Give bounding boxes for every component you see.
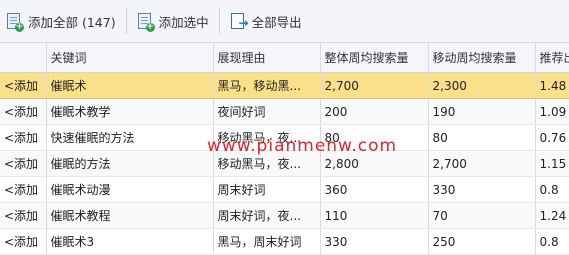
reason-cell: 移动黑马，夜... [213,150,321,177]
toolbar-divider [218,8,220,34]
reason-cell: 黑马，移动黑... [213,72,321,99]
reason-cell: 周末好词 [213,176,321,203]
add-link[interactable]: <添加 [0,176,47,203]
keyword-cell: 催眠术3 [46,228,214,255]
score-cell: 0.76 [535,124,569,151]
mobile-volume-cell: 2,300 [428,72,536,99]
add-link[interactable]: <添加 [0,72,47,99]
overall-volume-cell: 110 [320,202,429,229]
score-cell: 1.48 [535,72,569,99]
column-header-action[interactable] [0,43,47,73]
reason-cell: 移动黑马，夜... [213,124,321,151]
mobile-volume-cell: 330 [428,176,536,203]
table-row[interactable]: <添加 催眠术教程 周末好词，夜... 110 70 1.24 [0,202,569,229]
add-selected-icon: + [137,12,155,32]
mobile-volume-cell: 190 [428,98,536,125]
column-header-reason[interactable]: 展现理由 [213,43,321,73]
add-selected-button[interactable]: + 添加选中 [131,6,215,36]
mobile-volume-cell: 250 [428,228,536,255]
add-all-label: 添加全部 (147) [28,14,116,30]
column-header-overall-volume[interactable]: 整体周均搜索量 [320,43,429,73]
overall-volume-cell: 2,700 [320,72,429,99]
column-header-mobile-volume[interactable]: 移动周均搜索量 [428,43,536,73]
mobile-volume-cell: 80 [428,124,536,151]
table-header: 关键词 展现理由 整体周均搜索量 移动周均搜索量 推荐出 [0,43,569,73]
keyword-cell: 催眠的方法 [46,150,214,177]
score-cell: 1.15 [535,150,569,177]
column-header-recommend[interactable]: 推荐出 [535,43,569,73]
add-link[interactable]: <添加 [0,124,47,151]
mobile-volume-cell: 70 [428,202,536,229]
add-sheet-icon: + [6,12,24,32]
add-link[interactable]: <添加 [0,150,47,177]
keyword-cell: 催眠术教学 [46,98,214,125]
table-row[interactable]: <添加 催眠术 黑马，移动黑... 2,700 2,300 1.48 [0,72,569,99]
export-all-label: 全部导出 [251,14,302,30]
score-cell: 1.24 [535,202,569,229]
export-all-button[interactable]: → 全部导出 [224,6,308,36]
add-selected-label: 添加选中 [158,14,209,30]
overall-volume-cell: 2,800 [320,150,429,177]
table-row[interactable]: <添加 催眠术动漫 周末好词 360 330 0.8 [0,176,569,203]
add-link[interactable]: <添加 [0,228,47,255]
column-header-keyword[interactable]: 关键词 [46,43,214,73]
score-cell: 1.09 [535,98,569,125]
add-link[interactable]: <添加 [0,98,47,125]
score-cell: 0.8 [535,176,569,203]
reason-cell: 夜间好词 [213,98,321,125]
overall-volume-cell: 360 [320,176,429,203]
table-row[interactable]: <添加 快速催眠的方法 移动黑马，夜... 80 80 0.76 [0,124,569,151]
toolbar: + 添加全部 (147) + 添加选中 → 全部导出 [0,0,569,43]
keyword-table: 关键词 展现理由 整体周均搜索量 移动周均搜索量 推荐出 <添加 催眠术 黑马，… [0,43,569,255]
keyword-cell: 催眠术 [46,72,214,99]
export-icon: → [230,12,249,30]
add-all-button[interactable]: + 添加全部 (147) [0,6,122,36]
overall-volume-cell: 330 [320,228,429,255]
table-row[interactable]: <添加 催眠术3 黑马，周末好词 330 250 0.8 [0,228,569,255]
overall-volume-cell: 80 [320,124,429,151]
table-row[interactable]: <添加 催眠术教学 夜间好词 200 190 1.09 [0,98,569,125]
overall-volume-cell: 200 [320,98,429,125]
score-cell: 0.8 [535,228,569,255]
table-row[interactable]: <添加 催眠的方法 移动黑马，夜... 2,800 2,700 1.15 [0,150,569,177]
reason-cell: 黑马，周末好词 [213,228,321,255]
add-link[interactable]: <添加 [0,202,47,229]
reason-cell: 周末好词，夜... [213,202,321,229]
keyword-cell: 催眠术动漫 [46,176,214,203]
mobile-volume-cell: 2,700 [428,150,536,177]
keyword-cell: 快速催眠的方法 [46,124,214,151]
toolbar-divider [125,8,127,34]
keyword-cell: 催眠术教程 [46,202,214,229]
